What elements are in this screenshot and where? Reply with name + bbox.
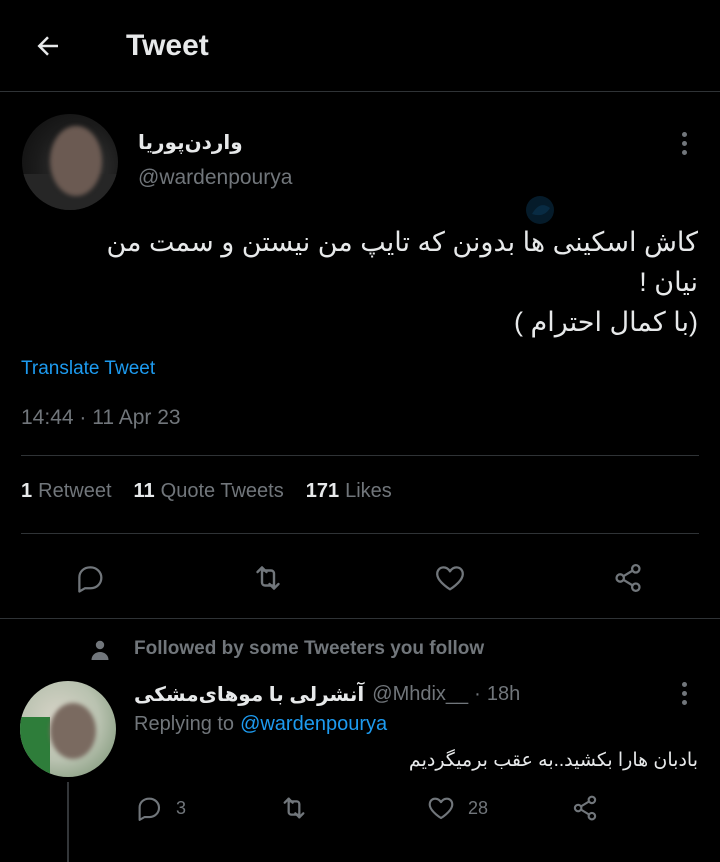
reply-time[interactable]: 18h [487, 683, 520, 706]
retweets-stat[interactable]: 1 Retweet [21, 480, 112, 503]
author-display-name[interactable]: واردن‌پوریا [138, 130, 243, 155]
tweet-text-line-3: (با کمال احترام ) [514, 307, 698, 337]
reply-header: آنشرلی با موهای‌مشکی @Mhdix__ · 18h [134, 680, 520, 708]
avatar-blurred-face [50, 703, 96, 759]
share-icon [615, 563, 641, 593]
replying-to-label: Replying to [134, 713, 235, 735]
reply-share-button[interactable] [570, 790, 600, 826]
translate-tweet-link[interactable]: Translate Tweet [21, 358, 155, 380]
social-context: Followed by some Tweeters you follow [88, 636, 688, 664]
more-options-icon[interactable] [672, 128, 696, 158]
reply-retweet-button[interactable] [278, 790, 322, 826]
like-icon [428, 797, 454, 820]
reply-author-handle[interactable]: @Mhdix__ [372, 683, 468, 706]
share-button[interactable] [608, 558, 648, 598]
quote-tweets-stat[interactable]: 11 Quote Tweets [134, 480, 284, 503]
replying-to-mention[interactable]: @wardenpourya [240, 713, 387, 735]
replying-to: Replying to @wardenpourya [134, 713, 387, 736]
thread-connector-line [67, 782, 69, 862]
reply-button[interactable] [70, 558, 110, 598]
reply-like-button[interactable]: 28 [426, 790, 488, 826]
author-avatar[interactable] [22, 114, 118, 210]
person-icon [91, 640, 109, 660]
like-button[interactable] [430, 558, 470, 598]
reply-author-avatar[interactable] [20, 681, 116, 777]
top-app-bar: Tweet [0, 0, 720, 92]
like-icon [436, 566, 464, 591]
avatar-background-shape [20, 717, 50, 777]
back-button[interactable] [28, 26, 68, 66]
tweet-action-bar [0, 548, 720, 608]
tweet-stats: 1 Retweet 11 Quote Tweets 171 Likes [21, 480, 414, 503]
reply-body: بادبان هارا بکشید..به عقب برمیگردیم [408, 750, 698, 771]
reply-count: 3 [176, 797, 187, 818]
arrow-left-icon [37, 36, 58, 56]
reply-action-bar: 3 28 [134, 790, 654, 826]
tweet-body: کاش اسکینی ها بدونن که تایپ من نیستن و س… [38, 222, 698, 342]
divider [21, 533, 699, 534]
share-icon [573, 795, 597, 821]
retweet-icon [256, 566, 280, 590]
tweet-timestamp[interactable]: 14:44 · 11 Apr 23 [21, 406, 181, 430]
retweet-icon [283, 797, 305, 819]
reply-like-count: 28 [468, 797, 489, 818]
tweet-text-line-2: نیان ! [639, 267, 698, 297]
likes-stat[interactable]: 171 Likes [306, 480, 392, 503]
reply-more-options-icon[interactable] [672, 678, 696, 708]
avatar-blurred-face [50, 126, 102, 196]
divider [21, 455, 699, 456]
retweet-button[interactable] [248, 558, 288, 598]
social-context-text: Followed by some Tweeters you follow [134, 638, 485, 659]
reply-icon [78, 566, 103, 593]
separator-dot: · [474, 682, 481, 705]
reply-icon [138, 797, 161, 821]
reply-reply-button[interactable]: 3 [134, 790, 186, 826]
author-handle[interactable]: @wardenpourya [138, 166, 292, 190]
reply-author-name[interactable]: آنشرلی با موهای‌مشکی [134, 682, 364, 707]
page-title: Tweet [126, 29, 209, 62]
divider [0, 618, 720, 619]
tweet-text-line-1: کاش اسکینی ها بدونن که تایپ من نیستن و س… [106, 227, 698, 257]
